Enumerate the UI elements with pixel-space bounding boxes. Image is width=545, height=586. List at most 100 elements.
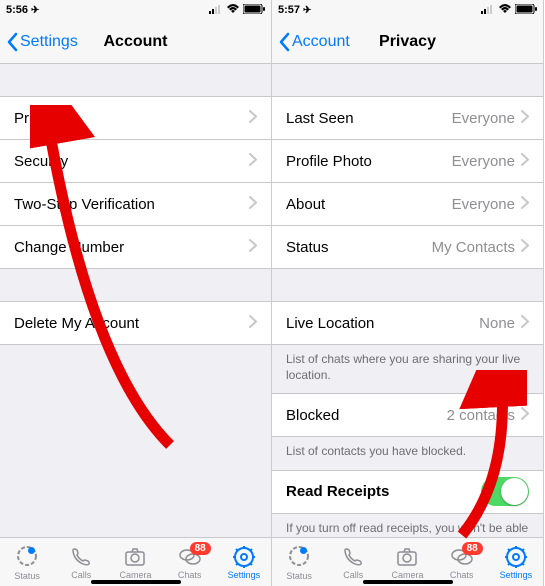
page-title: Privacy	[379, 33, 436, 51]
chevron-right-icon	[521, 407, 529, 424]
tab-label: Calls	[343, 570, 363, 580]
row-label: Two-Step Verification	[14, 196, 249, 213]
signal-icon	[481, 4, 495, 17]
status-time: 5:57	[278, 4, 300, 16]
chevron-right-icon	[521, 196, 529, 213]
chevron-right-icon	[249, 110, 257, 127]
signal-icon	[209, 4, 223, 17]
row-label: Privacy	[14, 110, 249, 127]
tab-camera[interactable]: Camera	[380, 545, 434, 580]
row-security[interactable]: Security	[0, 139, 271, 182]
home-indicator[interactable]	[363, 580, 453, 584]
tab-label: Status	[286, 571, 312, 581]
chats-badge: 88	[462, 542, 483, 555]
row-value: 2 contacts	[447, 407, 515, 424]
chevron-right-icon	[521, 315, 529, 332]
camera-icon	[395, 545, 419, 569]
chevron-right-icon	[249, 153, 257, 170]
tab-settings[interactable]: Settings	[217, 545, 271, 580]
row-last-seen[interactable]: Last Seen Everyone	[272, 96, 543, 139]
chats-badge: 88	[190, 542, 211, 555]
tab-label: Status	[14, 571, 40, 581]
row-delete-account[interactable]: Delete My Account	[0, 301, 271, 344]
chevron-right-icon	[521, 239, 529, 256]
row-label: Profile Photo	[286, 153, 452, 170]
content: Last Seen Everyone Profile Photo Everyon…	[272, 64, 543, 537]
page-title: Account	[104, 33, 168, 51]
battery-icon	[515, 4, 537, 17]
location-icon: ✈	[303, 5, 311, 16]
read-receipts-note: If you turn off read receipts, you won't…	[272, 514, 543, 537]
row-profile-photo[interactable]: Profile Photo Everyone	[272, 139, 543, 182]
screen-account: 5:56 ✈ Settings Account Privacy	[0, 0, 272, 586]
chevron-left-icon	[6, 32, 18, 52]
home-indicator[interactable]	[91, 580, 181, 584]
content: Privacy Security Two-Step Verification C…	[0, 64, 271, 537]
row-blocked[interactable]: Blocked 2 contacts	[272, 393, 543, 436]
chevron-right-icon	[249, 239, 257, 256]
tab-label: Chats	[450, 570, 474, 580]
row-value: Everyone	[452, 110, 515, 127]
row-live-location[interactable]: Live Location None	[272, 301, 543, 344]
status-icon	[287, 544, 311, 568]
tab-label: Calls	[71, 570, 91, 580]
status-dot-icon	[300, 547, 307, 554]
tab-calls[interactable]: Calls	[54, 545, 108, 580]
back-button[interactable]: Settings	[0, 32, 78, 52]
tab-calls[interactable]: Calls	[326, 545, 380, 580]
row-value: None	[479, 315, 515, 332]
row-label: Security	[14, 153, 249, 170]
row-label: Blocked	[286, 407, 447, 424]
location-icon: ✈	[31, 5, 39, 16]
row-two-step[interactable]: Two-Step Verification	[0, 182, 271, 225]
tab-chats[interactable]: 88 Chats	[435, 545, 489, 580]
tab-label: Camera	[119, 570, 151, 580]
row-value: Everyone	[452, 196, 515, 213]
screen-privacy: 5:57 ✈ Account Privacy Last Seen Everyon…	[272, 0, 544, 586]
back-label: Settings	[20, 33, 78, 51]
phone-icon	[69, 545, 93, 569]
chevron-right-icon	[521, 110, 529, 127]
status-time: 5:56	[6, 4, 28, 16]
tab-label: Camera	[391, 570, 423, 580]
row-privacy[interactable]: Privacy	[0, 96, 271, 139]
chevron-right-icon	[249, 196, 257, 213]
row-read-receipts[interactable]: Read Receipts	[272, 470, 543, 513]
tab-status[interactable]: Status	[272, 544, 326, 581]
nav-bar: Account Privacy	[272, 20, 543, 64]
row-change-number[interactable]: Change Number	[0, 225, 271, 268]
tab-label: Settings	[500, 570, 533, 580]
row-about[interactable]: About Everyone	[272, 182, 543, 225]
back-label: Account	[292, 33, 350, 51]
row-label: Read Receipts	[286, 483, 481, 500]
live-location-note: List of chats where you are sharing your…	[272, 345, 543, 393]
phone-icon	[341, 545, 365, 569]
wifi-icon	[498, 4, 512, 17]
gear-icon	[504, 545, 528, 569]
row-label: About	[286, 196, 452, 213]
status-bar: 5:56 ✈	[0, 0, 271, 20]
row-label: Last Seen	[286, 110, 452, 127]
row-value: My Contacts	[432, 239, 515, 256]
gear-icon	[232, 545, 256, 569]
row-label: Change Number	[14, 239, 249, 256]
row-label: Delete My Account	[14, 315, 249, 332]
status-dot-icon	[28, 547, 35, 554]
chevron-right-icon	[521, 153, 529, 170]
tab-settings[interactable]: Settings	[489, 545, 543, 580]
nav-bar: Settings Account	[0, 20, 271, 64]
camera-icon	[123, 545, 147, 569]
read-receipts-toggle[interactable]	[481, 477, 529, 506]
tab-camera[interactable]: Camera	[108, 545, 162, 580]
tab-chats[interactable]: 88 Chats	[163, 545, 217, 580]
wifi-icon	[226, 4, 240, 17]
chevron-right-icon	[249, 315, 257, 332]
status-bar: 5:57 ✈	[272, 0, 543, 20]
row-value: Everyone	[452, 153, 515, 170]
battery-icon	[243, 4, 265, 17]
tab-bar: Status Calls Camera 88 Chats Settings	[0, 537, 271, 586]
chevron-left-icon	[278, 32, 290, 52]
row-status[interactable]: Status My Contacts	[272, 225, 543, 268]
back-button[interactable]: Account	[272, 32, 350, 52]
tab-status[interactable]: Status	[0, 544, 54, 581]
